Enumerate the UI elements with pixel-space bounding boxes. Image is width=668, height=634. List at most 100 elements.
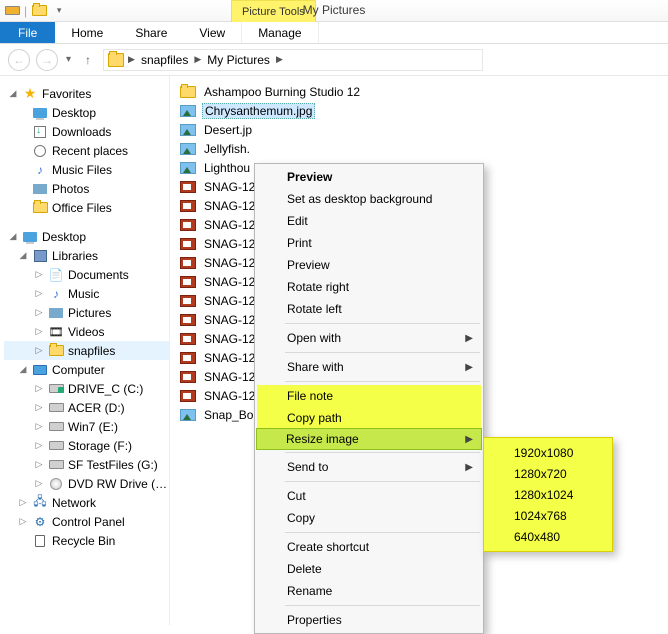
breadcrumb-seg-1[interactable]: snapfiles [137,53,192,67]
collapse-icon[interactable]: ◢ [18,250,28,261]
expand-icon[interactable]: ▷ [34,269,44,280]
nav-forward-button[interactable]: → [36,49,58,71]
tree-item-drive-c[interactable]: ▷DRIVE_C (C:) [4,379,169,398]
file-item-folder[interactable]: Ashampoo Burning Studio 12 [174,82,664,101]
collapse-icon[interactable]: ◢ [8,88,18,99]
nav-history-dropdown[interactable]: ▾ [64,54,73,65]
tab-file[interactable]: File [0,22,55,43]
computer-icon [32,362,48,378]
nav-tree[interactable]: ◢★Favorites Desktop Downloads Recent pla… [0,76,170,625]
tree-item-photos[interactable]: Photos [4,179,169,198]
qat-dropdown-icon[interactable]: ▾ [51,3,67,19]
tree-recycle-bin[interactable]: Recycle Bin [4,531,169,550]
ctx-share-with[interactable]: Share with▶ [257,356,481,378]
file-label: SNAG-12 [202,275,257,289]
expand-icon[interactable]: ▷ [34,345,44,356]
ctx-send-to[interactable]: Send to▶ [257,456,481,478]
ctx-resize-image[interactable]: Resize image▶ [256,428,482,450]
image-icon [180,409,196,421]
ctx-open-with[interactable]: Open with▶ [257,327,481,349]
ctx-set-background[interactable]: Set as desktop background [257,188,481,210]
tree-network[interactable]: ▷🖧Network [4,493,169,512]
snag-icon [180,333,196,345]
tree-favorites[interactable]: ◢★Favorites [4,84,169,103]
ctx-cut[interactable]: Cut [257,485,481,507]
file-label: Chrysanthemum.jpg [202,103,315,119]
resize-option[interactable]: 1280x1024 [486,484,610,505]
resize-option[interactable]: 1280x720 [486,463,610,484]
tab-manage[interactable]: Manage [241,22,318,43]
ctx-label: Preview [287,258,330,272]
tree-item-drive-d[interactable]: ▷ACER (D:) [4,398,169,417]
new-folder-icon[interactable] [31,3,47,19]
resize-option[interactable]: 1024x768 [486,505,610,526]
ctx-preview-default[interactable]: Preview [257,166,481,188]
properties-icon[interactable] [4,3,20,19]
tree-item-pictures[interactable]: ▷Pictures [4,303,169,322]
tree-item-office-files[interactable]: Office Files [4,198,169,217]
ctx-preview[interactable]: Preview [257,254,481,276]
expand-icon[interactable]: ▷ [34,459,44,470]
tree-item-drive-g[interactable]: ▷SF TestFiles (G:) [4,455,169,474]
expand-icon[interactable]: ▷ [34,326,44,337]
tab-home[interactable]: Home [55,22,119,43]
ctx-print[interactable]: Print [257,232,481,254]
collapse-icon[interactable]: ◢ [18,364,28,375]
ribbon-tabs: File Home Share View Manage [0,22,668,44]
tab-share[interactable]: Share [119,22,183,43]
ctx-edit[interactable]: Edit [257,210,481,232]
tree-item-desktop[interactable]: Desktop [4,103,169,122]
ctx-create-shortcut[interactable]: Create shortcut [257,536,481,558]
file-item[interactable]: Jellyfish. [174,139,664,158]
tree-item-downloads[interactable]: Downloads [4,122,169,141]
resize-option[interactable]: 640x480 [486,526,610,547]
tree-item-music[interactable]: ▷♪Music [4,284,169,303]
tree-item-music-files[interactable]: ♪Music Files [4,160,169,179]
ctx-copy[interactable]: Copy [257,507,481,529]
file-item[interactable]: Desert.jp [174,120,664,139]
breadcrumb-seg-2[interactable]: My Pictures [203,53,274,67]
expand-icon[interactable]: ▷ [34,307,44,318]
breadcrumb[interactable]: ▶ snapfiles ▶ My Pictures ▶ [103,49,483,71]
tree-control-panel[interactable]: ▷⚙Control Panel [4,512,169,531]
tree-libraries[interactable]: ◢ Libraries [4,246,169,265]
tree-item-drive-f[interactable]: ▷Storage (F:) [4,436,169,455]
tree-label: Libraries [52,249,98,263]
file-label: SNAG-12 [202,218,257,232]
nav-back-button[interactable]: ← [8,49,30,71]
expand-icon[interactable]: ▷ [34,440,44,451]
tree-item-recent[interactable]: Recent places [4,141,169,160]
tree-item-videos[interactable]: ▷🎞Videos [4,322,169,341]
collapse-icon[interactable]: ◢ [8,231,18,242]
tree-desktop-root[interactable]: ◢Desktop [4,227,169,246]
ctx-rotate-right[interactable]: Rotate right [257,276,481,298]
chevron-right-icon[interactable]: ▶ [192,54,203,65]
snag-icon [180,181,196,193]
ctx-delete[interactable]: Delete [257,558,481,580]
ctx-file-note[interactable]: File note [257,385,481,407]
chevron-right-icon[interactable]: ▶ [126,54,137,65]
tree-item-documents[interactable]: ▷📄Documents [4,265,169,284]
tree-item-snapfiles[interactable]: ▷snapfiles [4,341,169,360]
expand-icon[interactable]: ▷ [18,516,28,527]
expand-icon[interactable]: ▷ [34,288,44,299]
tree-label: Music Files [52,163,112,177]
expand-icon[interactable]: ▷ [34,383,44,394]
expand-icon[interactable]: ▷ [18,497,28,508]
file-item-selected[interactable]: Chrysanthemum.jpg [174,101,664,120]
resize-option[interactable]: 1920x1080 [486,442,610,463]
tree-item-drive-e[interactable]: ▷Win7 (E:) [4,417,169,436]
tree-computer[interactable]: ◢Computer [4,360,169,379]
ctx-properties[interactable]: Properties [257,609,481,631]
expand-icon[interactable]: ▷ [34,421,44,432]
ctx-rotate-left[interactable]: Rotate left [257,298,481,320]
tree-label: Videos [68,325,104,339]
tab-view[interactable]: View [183,22,241,43]
ctx-rename[interactable]: Rename [257,580,481,602]
expand-icon[interactable]: ▷ [34,478,44,489]
tree-item-dvd[interactable]: ▷DVD RW Drive (… [4,474,169,493]
chevron-right-icon[interactable]: ▶ [274,54,285,65]
ctx-copy-path[interactable]: Copy path [257,407,481,429]
nav-up-button[interactable]: ↑ [79,51,97,69]
expand-icon[interactable]: ▷ [34,402,44,413]
